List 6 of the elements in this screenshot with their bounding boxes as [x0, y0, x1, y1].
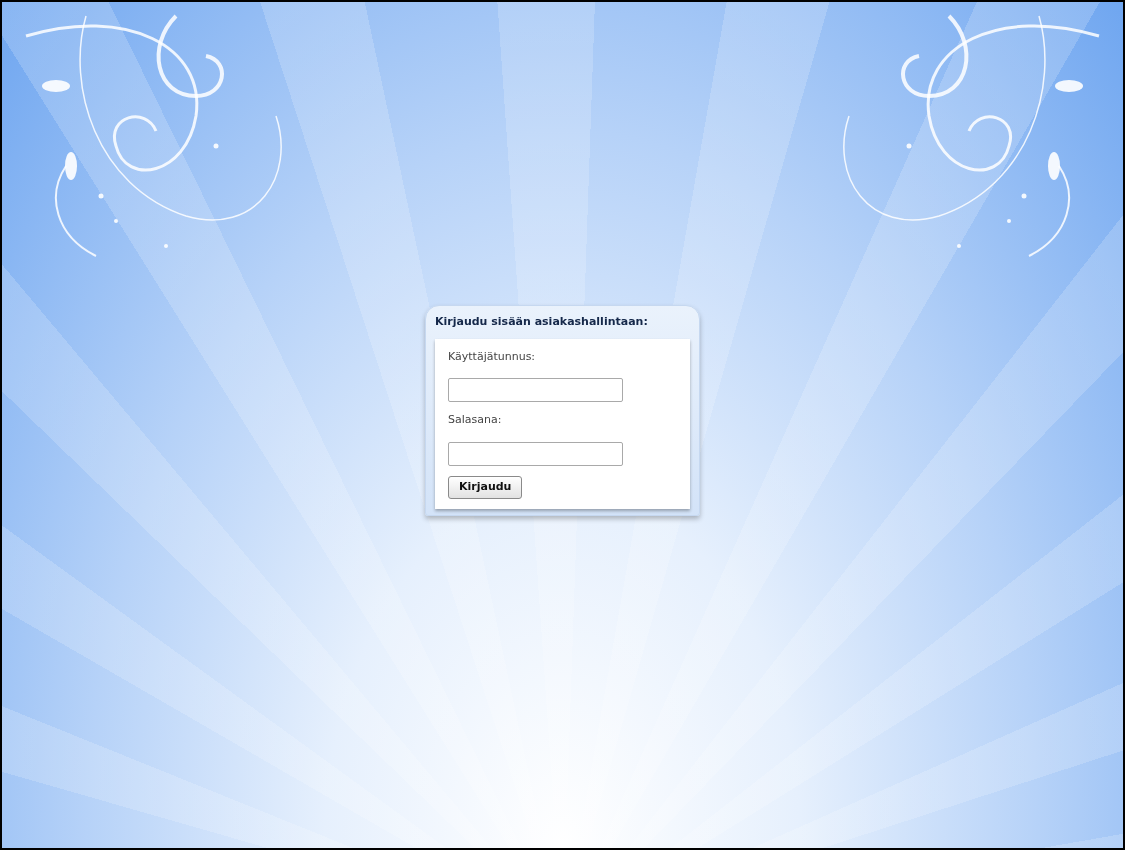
input-field[interactable] — [448, 378, 623, 402]
login-button[interactable]: Kirjaudu — [448, 475, 523, 499]
login-title: Kirjaudu sisään asiakashallintaan: — [435, 314, 649, 330]
field-label: Käyttäjätunnus: — [448, 348, 537, 365]
field-label: Salasana: — [448, 412, 503, 428]
input-field[interactable] — [448, 441, 623, 466]
